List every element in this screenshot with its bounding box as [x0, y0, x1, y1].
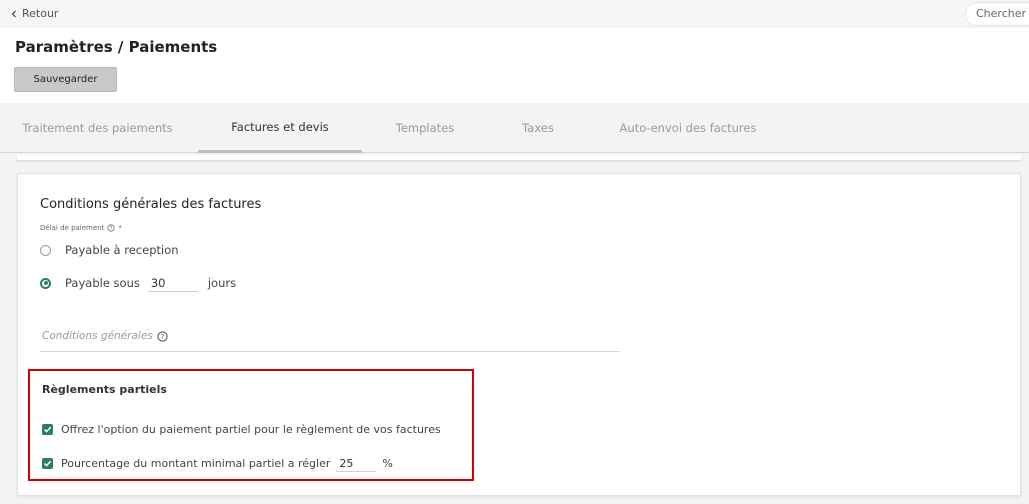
days-unit: jours — [207, 276, 237, 290]
info-icon: ? — [157, 330, 168, 342]
payment-delay-text: Délai de paiement — [40, 224, 105, 232]
tab-auto-send-invoices[interactable]: Auto-envoi des factures — [608, 103, 768, 153]
check-icon — [43, 460, 52, 467]
tab-payment-processing[interactable]: Traitement des paiements — [10, 103, 185, 153]
search-input[interactable]: Chercher — [965, 2, 1029, 26]
general-conditions-label: Conditions générales ? — [42, 330, 168, 342]
checkbox-checked[interactable] — [42, 458, 53, 469]
save-button[interactable]: Sauvegarder — [14, 67, 117, 92]
invoice-terms-card: Conditions générales des factures Délai … — [17, 173, 1021, 496]
tab-templates[interactable]: Templates — [380, 103, 470, 153]
collapsed-card — [17, 155, 1021, 161]
percentage-input[interactable] — [336, 455, 377, 472]
general-conditions-field[interactable]: Conditions générales ? — [40, 322, 620, 352]
required-mark: * — [118, 224, 122, 232]
page-header: Paramètres / Paiements Sauvegarder — [0, 28, 1029, 103]
chevron-left-icon — [11, 10, 16, 17]
tab-invoices-quotes[interactable]: Factures et devis — [198, 103, 362, 153]
radio-label: Payable à reception — [65, 243, 179, 257]
partial-payment-option[interactable]: Offrez l'option du paiement partiel pour… — [42, 423, 441, 436]
payment-delay-label: Délai de paiement ? * — [40, 224, 122, 232]
partial-payments-section: Règlements partiels Offrez l'option du p… — [28, 369, 474, 481]
info-icon: ? — [107, 224, 115, 232]
partial-payments-title: Règlements partiels — [42, 383, 167, 396]
radio-button-selected[interactable] — [40, 277, 51, 289]
page-title: Paramètres / Paiements — [15, 38, 218, 56]
minimum-percentage-label: Pourcentage du montant minimal partiel a… — [61, 457, 331, 470]
radio-payable-on-receipt[interactable]: Payable à reception — [40, 243, 179, 257]
percentage-unit: % — [382, 457, 393, 470]
radio-label: Payable sous — [65, 276, 140, 290]
tab-bar: Traitement des paiements Factures et dev… — [0, 103, 1029, 153]
minimum-percentage-option[interactable]: Pourcentage du montant minimal partiel a… — [42, 455, 393, 472]
back-label: Retour — [22, 7, 59, 20]
terms-title: Conditions générales des factures — [40, 197, 262, 212]
tab-taxes[interactable]: Taxes — [505, 103, 571, 153]
checkbox-checked[interactable] — [42, 424, 53, 435]
partial-payment-option-label: Offrez l'option du paiement partiel pour… — [61, 423, 441, 436]
radio-payable-within[interactable]: Payable sous jours — [40, 274, 236, 292]
check-icon — [43, 426, 52, 433]
days-input[interactable] — [147, 274, 198, 292]
top-bar: Retour Chercher — [0, 0, 1029, 28]
radio-button[interactable] — [40, 244, 51, 256]
back-link[interactable]: Retour — [10, 7, 58, 20]
general-conditions-text: Conditions générales — [42, 330, 153, 342]
svg-text:?: ? — [160, 332, 164, 340]
